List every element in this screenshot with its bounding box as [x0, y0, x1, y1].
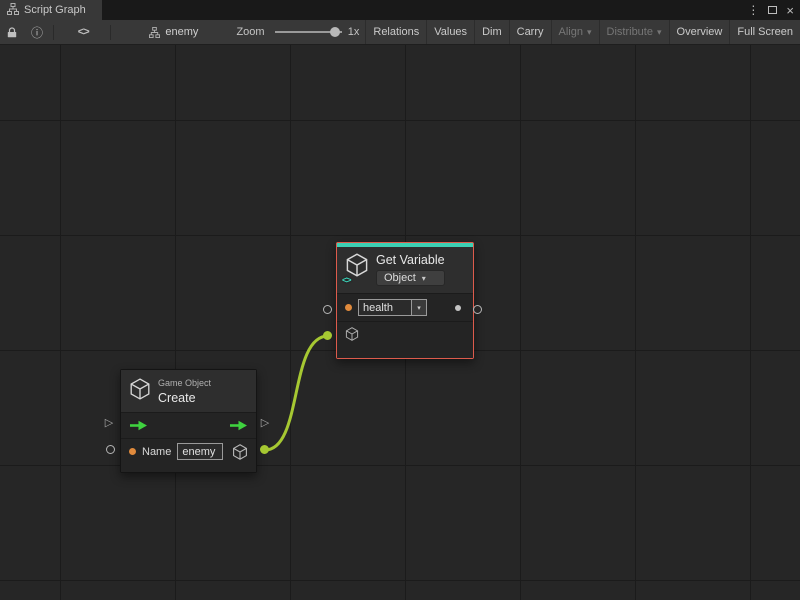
zoom-slider[interactable] — [275, 31, 342, 33]
variable-name-dropdown-button[interactable]: ▾ — [412, 299, 427, 316]
variable-name-combo: ▾ — [358, 299, 427, 316]
toolbar-separator — [110, 25, 111, 40]
flow-row — [121, 412, 256, 438]
create-header: Game Object Create — [121, 370, 256, 412]
window-controls: ⋮ × — [747, 0, 794, 20]
variable-cube-icon: <> — [345, 253, 369, 282]
window-menu-icon[interactable]: ⋮ — [747, 3, 759, 17]
get-variable-header: <> Get Variable Object ▾ — [337, 247, 473, 293]
graph-canvas[interactable]: <> Get Variable Object ▾ ▾ — [0, 45, 800, 600]
code-badge-icon: <> — [342, 275, 351, 285]
flow-in-arrow-icon — [129, 420, 148, 431]
chevron-down-icon: ▾ — [587, 27, 592, 38]
node-create[interactable]: Game Object Create Name — [120, 369, 257, 473]
node-footer — [121, 464, 256, 472]
script-graph-icon — [7, 3, 19, 18]
create-object-output-port[interactable] — [260, 445, 269, 454]
zoom-value: 1x — [348, 26, 360, 38]
close-icon[interactable]: × — [786, 3, 794, 18]
variable-name-input[interactable] — [358, 299, 412, 316]
output-port-indicator — [455, 305, 461, 311]
get-variable-object-port[interactable] — [323, 331, 332, 340]
create-flow-in-port[interactable]: ▷ — [103, 418, 115, 429]
distribute-button[interactable]: Distribute▾ — [599, 20, 669, 44]
zoom-label: Zoom — [236, 26, 264, 38]
variable-scope-dropdown[interactable]: Object ▾ — [376, 270, 445, 286]
game-object-cube-icon — [345, 327, 359, 341]
object-input-row — [337, 321, 473, 345]
node-title: Get Variable — [376, 253, 445, 267]
dim-button[interactable]: Dim — [474, 20, 509, 44]
maximize-icon[interactable] — [768, 6, 777, 14]
name-row: Name — [121, 438, 256, 464]
toolbar-separator — [53, 25, 54, 40]
values-button[interactable]: Values — [426, 20, 474, 44]
node-category: Game Object — [158, 378, 211, 388]
chevron-down-icon: ▾ — [417, 304, 421, 312]
game-object-cube-icon — [129, 378, 151, 405]
connection-edge[interactable] — [265, 336, 328, 450]
window-tab-bar: Script Graph ⋮ × — [0, 0, 800, 20]
variable-name-row: ▾ — [337, 293, 473, 321]
get-variable-output-port[interactable] — [473, 305, 482, 314]
carry-button[interactable]: Carry — [509, 20, 551, 44]
graph-toolbar: ⓘ <> enemy Zoom 1x Relations Values Dim … — [0, 20, 800, 45]
graph-asset-icon — [149, 27, 160, 38]
graph-name: enemy — [165, 26, 198, 38]
code-view-icon[interactable]: <> — [71, 20, 96, 44]
lock-icon[interactable] — [0, 20, 24, 44]
value-port-indicator — [129, 448, 136, 455]
create-name-port[interactable] — [106, 445, 115, 454]
overview-button[interactable]: Overview — [669, 20, 730, 44]
chevron-down-icon: ▾ — [422, 274, 426, 283]
tab-script-graph[interactable]: Script Graph — [0, 0, 102, 20]
info-icon[interactable]: ⓘ — [24, 20, 50, 44]
align-button[interactable]: Align▾ — [551, 20, 599, 44]
graph-name-chip: enemy — [149, 26, 198, 38]
node-footer — [337, 345, 473, 358]
value-port-indicator — [345, 304, 352, 311]
node-title: Create — [158, 391, 211, 405]
get-variable-name-port[interactable] — [323, 305, 332, 314]
create-flow-out-port[interactable]: ▷ — [259, 418, 271, 429]
relations-button[interactable]: Relations — [365, 20, 426, 44]
chevron-down-icon: ▾ — [657, 27, 662, 38]
fullscreen-button[interactable]: Full Screen — [729, 20, 800, 44]
flow-out-arrow-icon — [229, 420, 248, 431]
name-port-label: Name — [142, 446, 171, 458]
toolbar-buttons: Relations Values Dim Carry Align▾ Distri… — [365, 20, 800, 44]
zoom-slider-handle[interactable] — [330, 27, 340, 37]
tab-title: Script Graph — [24, 4, 86, 16]
game-object-output-icon — [232, 444, 248, 460]
name-input[interactable] — [177, 443, 223, 460]
node-get-variable[interactable]: <> Get Variable Object ▾ ▾ — [336, 242, 474, 359]
